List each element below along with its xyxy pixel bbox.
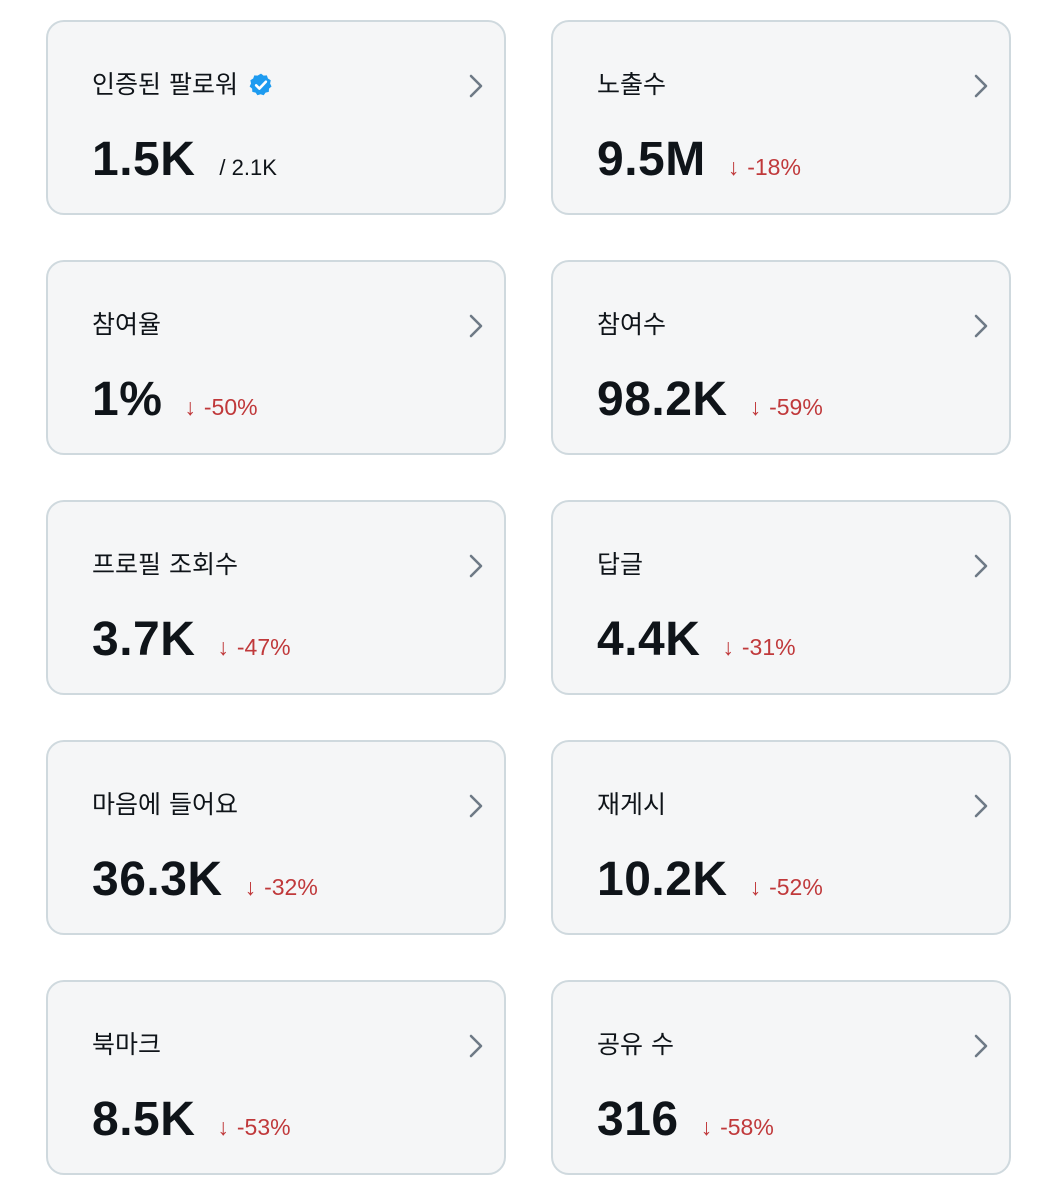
chevron-right-icon[interactable] bbox=[971, 792, 991, 820]
metric-change-value: -18% bbox=[747, 154, 801, 180]
metric-change-value: -50% bbox=[203, 394, 258, 420]
chevron-right-icon[interactable] bbox=[466, 1032, 486, 1060]
chevron-right-icon[interactable] bbox=[971, 552, 991, 580]
arrow-down-icon: ↓ bbox=[700, 1114, 713, 1140]
analytics-metrics-grid: 인증된 팔로워 1.5K / 2.1K 노출수 9.5M ↓ -18% 참여율 … bbox=[46, 20, 1011, 1175]
chevron-right-icon[interactable] bbox=[466, 792, 486, 820]
metric-card-shares[interactable]: 공유 수 316 ↓ -58% bbox=[551, 980, 1011, 1175]
metric-change-value: -53% bbox=[236, 1114, 291, 1140]
metric-change: ↓ -47% bbox=[217, 634, 290, 661]
metric-card-impressions[interactable]: 노출수 9.5M ↓ -18% bbox=[551, 20, 1011, 215]
arrow-down-icon: ↓ bbox=[749, 874, 762, 900]
arrow-down-icon: ↓ bbox=[749, 394, 762, 420]
metric-value-row: 98.2K ↓ -59% bbox=[597, 374, 823, 426]
metric-value: 1.5K bbox=[92, 133, 196, 186]
metric-change-value: -31% bbox=[741, 634, 796, 660]
metric-value: 316 bbox=[597, 1093, 679, 1146]
metric-value-row: 4.4K ↓ -31% bbox=[597, 614, 796, 666]
metric-change: ↓ -31% bbox=[722, 634, 795, 661]
metric-change: ↓ -50% bbox=[184, 394, 257, 421]
metric-change: ↓ -32% bbox=[245, 874, 318, 901]
metric-change-value: -58% bbox=[720, 1114, 774, 1140]
arrow-down-icon: ↓ bbox=[727, 154, 740, 180]
metric-change: ↓ -18% bbox=[728, 154, 801, 181]
metric-card-replies[interactable]: 답글 4.4K ↓ -31% bbox=[551, 500, 1011, 695]
metric-card-engagements[interactable]: 참여수 98.2K ↓ -59% bbox=[551, 260, 1011, 455]
metric-label-row: 답글 bbox=[597, 550, 643, 580]
metric-card-verified-followers[interactable]: 인증된 팔로워 1.5K / 2.1K bbox=[46, 20, 506, 215]
metric-value-row: 10.2K ↓ -52% bbox=[597, 854, 823, 906]
metric-label-row: 재게시 bbox=[597, 790, 666, 820]
metric-value-row: 3.7K ↓ -47% bbox=[92, 614, 291, 666]
metric-value: 8.5K bbox=[92, 1093, 196, 1146]
metric-label: 공유 수 bbox=[597, 1030, 674, 1059]
chevron-right-icon[interactable] bbox=[971, 312, 991, 340]
metric-value: 3.7K bbox=[92, 613, 196, 666]
metric-label-row: 노출수 bbox=[597, 70, 666, 100]
metric-label: 노출수 bbox=[597, 70, 667, 99]
metric-label-row: 참여수 bbox=[597, 310, 666, 340]
metric-card-bookmarks[interactable]: 북마크 8.5K ↓ -53% bbox=[46, 980, 506, 1175]
metric-change: ↓ -52% bbox=[750, 874, 823, 901]
metric-card-engagement-rate[interactable]: 참여율 1% ↓ -50% bbox=[46, 260, 506, 455]
metric-card-reposts[interactable]: 재게시 10.2K ↓ -52% bbox=[551, 740, 1011, 935]
metric-value-row: 316 ↓ -58% bbox=[597, 1094, 774, 1146]
arrow-down-icon: ↓ bbox=[217, 1114, 229, 1140]
metric-label: 참여율 bbox=[92, 310, 162, 339]
metric-card-profile-visits[interactable]: 프로필 조회수 3.7K ↓ -47% bbox=[46, 500, 506, 695]
metric-label-row: 프로필 조회수 bbox=[92, 550, 238, 580]
chevron-right-icon[interactable] bbox=[466, 552, 486, 580]
metric-change: ↓ -58% bbox=[701, 1114, 774, 1141]
metric-total: / 2.1K bbox=[219, 155, 277, 180]
metric-value-row: 1.5K / 2.1K bbox=[92, 134, 277, 186]
chevron-right-icon[interactable] bbox=[971, 72, 991, 100]
metric-label-row: 참여율 bbox=[92, 310, 161, 340]
arrow-down-icon: ↓ bbox=[722, 634, 734, 660]
metric-change-value: -32% bbox=[264, 874, 318, 900]
metric-value-row: 8.5K ↓ -53% bbox=[92, 1094, 291, 1146]
metric-label-row: 마음에 들어요 bbox=[92, 790, 238, 820]
metric-change-value: -52% bbox=[769, 874, 823, 900]
chevron-right-icon[interactable] bbox=[971, 1032, 991, 1060]
metric-label: 참여수 bbox=[597, 310, 667, 339]
metric-value-row: 1% ↓ -50% bbox=[92, 374, 258, 426]
metric-label-row: 인증된 팔로워 bbox=[92, 70, 274, 100]
arrow-down-icon: ↓ bbox=[217, 634, 229, 660]
metric-label-row: 공유 수 bbox=[597, 1030, 674, 1060]
verified-badge-icon bbox=[249, 73, 272, 96]
metric-label: 인증된 팔로워 bbox=[92, 70, 238, 99]
metric-change-value: -47% bbox=[236, 634, 291, 660]
chevron-right-icon[interactable] bbox=[466, 312, 486, 340]
metric-label: 북마크 bbox=[92, 1030, 162, 1059]
metric-value: 36.3K bbox=[92, 853, 223, 906]
metric-change: ↓ -53% bbox=[217, 1114, 290, 1141]
metric-value: 9.5M bbox=[597, 133, 706, 186]
metric-value-row: 36.3K ↓ -32% bbox=[92, 854, 318, 906]
chevron-right-icon[interactable] bbox=[466, 72, 486, 100]
metric-label: 마음에 들어요 bbox=[92, 790, 238, 819]
metric-value: 10.2K bbox=[597, 853, 728, 906]
metric-value: 4.4K bbox=[597, 613, 701, 666]
metric-label: 답글 bbox=[597, 550, 644, 579]
metric-value: 98.2K bbox=[597, 373, 728, 426]
metric-change: ↓ -59% bbox=[750, 394, 823, 421]
arrow-down-icon: ↓ bbox=[244, 874, 257, 900]
metric-label: 재게시 bbox=[597, 790, 667, 819]
metric-change-value: -59% bbox=[769, 394, 823, 420]
metric-card-likes[interactable]: 마음에 들어요 36.3K ↓ -32% bbox=[46, 740, 506, 935]
arrow-down-icon: ↓ bbox=[184, 394, 196, 420]
metric-label-row: 북마크 bbox=[92, 1030, 161, 1060]
metric-value-row: 9.5M ↓ -18% bbox=[597, 134, 801, 186]
metric-label: 프로필 조회수 bbox=[92, 550, 238, 579]
metric-value: 1% bbox=[92, 373, 163, 426]
